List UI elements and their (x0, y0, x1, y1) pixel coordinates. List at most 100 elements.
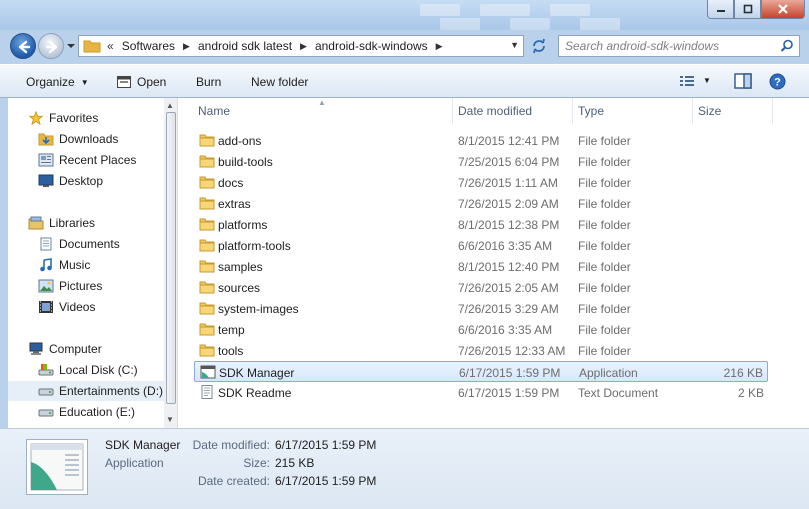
help-button[interactable]: ? (769, 73, 786, 93)
preview-pane-button[interactable] (734, 73, 752, 92)
nav-pictures[interactable]: Pictures (8, 276, 168, 296)
address-history-dropdown-icon[interactable]: ▼ (510, 40, 519, 50)
breadcrumb-separator-icon[interactable]: ▶ (300, 41, 307, 52)
column-divider[interactable] (452, 98, 453, 124)
breadcrumb-softwares[interactable]: Softwares (122, 39, 175, 53)
navigation-scrollbar[interactable]: ▲ ▼ (164, 98, 177, 428)
file-name: tools (218, 344, 244, 358)
address-bar[interactable]: « Softwares ▶ android sdk latest ▶ andro… (78, 35, 524, 57)
nav-computer-label: Computer (49, 342, 102, 356)
nav-libraries[interactable]: Libraries (8, 213, 168, 233)
nav-music[interactable]: Music (8, 255, 168, 275)
organize-button[interactable]: Organize ▼ (26, 75, 89, 89)
file-name: platform-tools (218, 239, 291, 253)
hard-drive-icon (38, 409, 54, 417)
nav-videos[interactable]: Videos (8, 297, 168, 317)
file-name: sources (218, 281, 261, 295)
nav-documents[interactable]: Documents (8, 234, 168, 254)
folder-icon (199, 197, 215, 210)
folder-icon (199, 281, 215, 294)
title-bar[interactable] (0, 0, 809, 30)
folder-icon (199, 176, 215, 189)
application-icon (117, 76, 131, 88)
recent-pages-dropdown[interactable] (66, 40, 76, 52)
search-input[interactable] (565, 38, 775, 54)
file-size: 216 KB (723, 366, 763, 380)
table-row[interactable]: system-images 7/26/2015 3:29 AM File folde… (194, 298, 768, 319)
table-row[interactable]: temp 6/6/2016 3:35 AM File folder (194, 319, 768, 340)
sort-ascending-icon: ▲ (318, 98, 326, 107)
search-icon[interactable] (780, 39, 794, 53)
close-button[interactable] (761, 0, 805, 19)
close-icon (778, 4, 788, 14)
view-options-dropdown-icon[interactable]: ▼ (703, 76, 711, 85)
table-row[interactable]: extras 7/26/2015 2:09 AM File folder (194, 193, 768, 214)
nav-local-disk-c[interactable]: Local Disk (C:) (8, 360, 168, 380)
open-button[interactable]: Open (117, 75, 166, 89)
file-type: File folder (578, 134, 631, 148)
maximize-button[interactable] (734, 0, 761, 19)
nav-documents-label: Documents (59, 237, 120, 251)
column-header-date[interactable]: Date modified (458, 98, 532, 124)
scroll-up-icon[interactable]: ▲ (166, 101, 174, 110)
breadcrumb-separator-icon[interactable]: ▶ (183, 41, 190, 52)
scrollbar-thumb[interactable] (166, 112, 176, 404)
table-row[interactable]: platform-tools 6/6/2016 3:35 AM File folde… (194, 235, 768, 256)
nav-recent-places[interactable]: Recent Places (8, 150, 168, 170)
column-divider[interactable] (572, 98, 573, 124)
table-row[interactable]: platforms 8/1/2015 12:38 PM File folder (194, 214, 768, 235)
folder-icon (199, 323, 215, 336)
back-button[interactable] (10, 33, 36, 59)
breadcrumb-overflow[interactable]: « (107, 39, 114, 53)
star-icon (28, 111, 44, 125)
nav-computer[interactable]: Computer (8, 339, 168, 359)
details-file-name: SDK Manager (105, 438, 181, 452)
file-name: extras (218, 197, 251, 211)
table-row[interactable]: docs 7/26/2015 1:11 AM File folder (194, 172, 768, 193)
search-box[interactable] (558, 35, 800, 57)
table-row[interactable]: sources 7/26/2015 2:05 AM File folder (194, 277, 768, 298)
file-type: File folder (578, 197, 631, 211)
nav-entertainments-d[interactable]: Entertainments (D:) (8, 381, 168, 401)
nav-downloads[interactable]: Downloads (8, 129, 168, 149)
minimize-button[interactable] (707, 0, 734, 19)
nav-education-e-label: Education (E:) (59, 405, 136, 419)
breadcrumb-android-sdk-windows[interactable]: android-sdk-windows (315, 39, 428, 53)
table-row[interactable]: build-tools 7/25/2015 6:04 PM File folder (194, 151, 768, 172)
new-folder-button[interactable]: New folder (251, 75, 308, 89)
svg-text:?: ? (774, 77, 781, 89)
nav-desktop[interactable]: Desktop (8, 171, 168, 191)
column-header-type-label: Type (578, 104, 605, 118)
column-divider[interactable] (772, 98, 773, 124)
breadcrumb-separator-icon[interactable]: ▶ (436, 41, 443, 52)
table-row[interactable]: SDK Readme 6/17/2015 1:59 PM Text Document… (194, 382, 768, 403)
column-header-size[interactable]: Size (698, 98, 721, 124)
table-row[interactable]: SDK Manager 6/17/2015 1:59 PM Application 2… (194, 361, 768, 382)
details-created-value: 6/17/2015 1:59 PM (275, 474, 377, 488)
minimize-icon (716, 10, 725, 12)
application-icon (30, 443, 84, 491)
burn-button[interactable]: Burn (196, 75, 221, 89)
column-header-name[interactable]: Name (198, 98, 230, 124)
table-row[interactable]: samples 8/1/2015 12:40 PM File folder (194, 256, 768, 277)
table-row[interactable]: tools 7/26/2015 12:33 AM File folder (194, 340, 768, 361)
file-date-modified: 6/17/2015 1:59 PM (459, 366, 561, 380)
nav-favorites[interactable]: Favorites (8, 108, 168, 128)
breadcrumb-android-sdk-latest[interactable]: android sdk latest (198, 39, 292, 53)
folder-icon (199, 218, 215, 231)
background-window-ghost (420, 0, 700, 30)
table-row[interactable]: add-ons 8/1/2015 12:41 PM File folder (194, 130, 768, 151)
desktop-icon (38, 174, 54, 187)
forward-button[interactable] (38, 33, 64, 59)
refresh-button[interactable] (528, 37, 550, 55)
column-divider[interactable] (692, 98, 693, 124)
window-controls (707, 0, 805, 20)
file-type: File folder (578, 302, 631, 316)
system-drive-icon (38, 364, 54, 376)
scroll-down-icon[interactable]: ▼ (166, 415, 174, 424)
nav-education-e[interactable]: Education (E:) (8, 402, 168, 422)
column-header-type[interactable]: Type (578, 98, 604, 124)
change-view-button[interactable] (679, 73, 695, 92)
file-date-modified: 7/26/2015 1:11 AM (458, 176, 558, 190)
recent-places-icon (38, 153, 54, 167)
